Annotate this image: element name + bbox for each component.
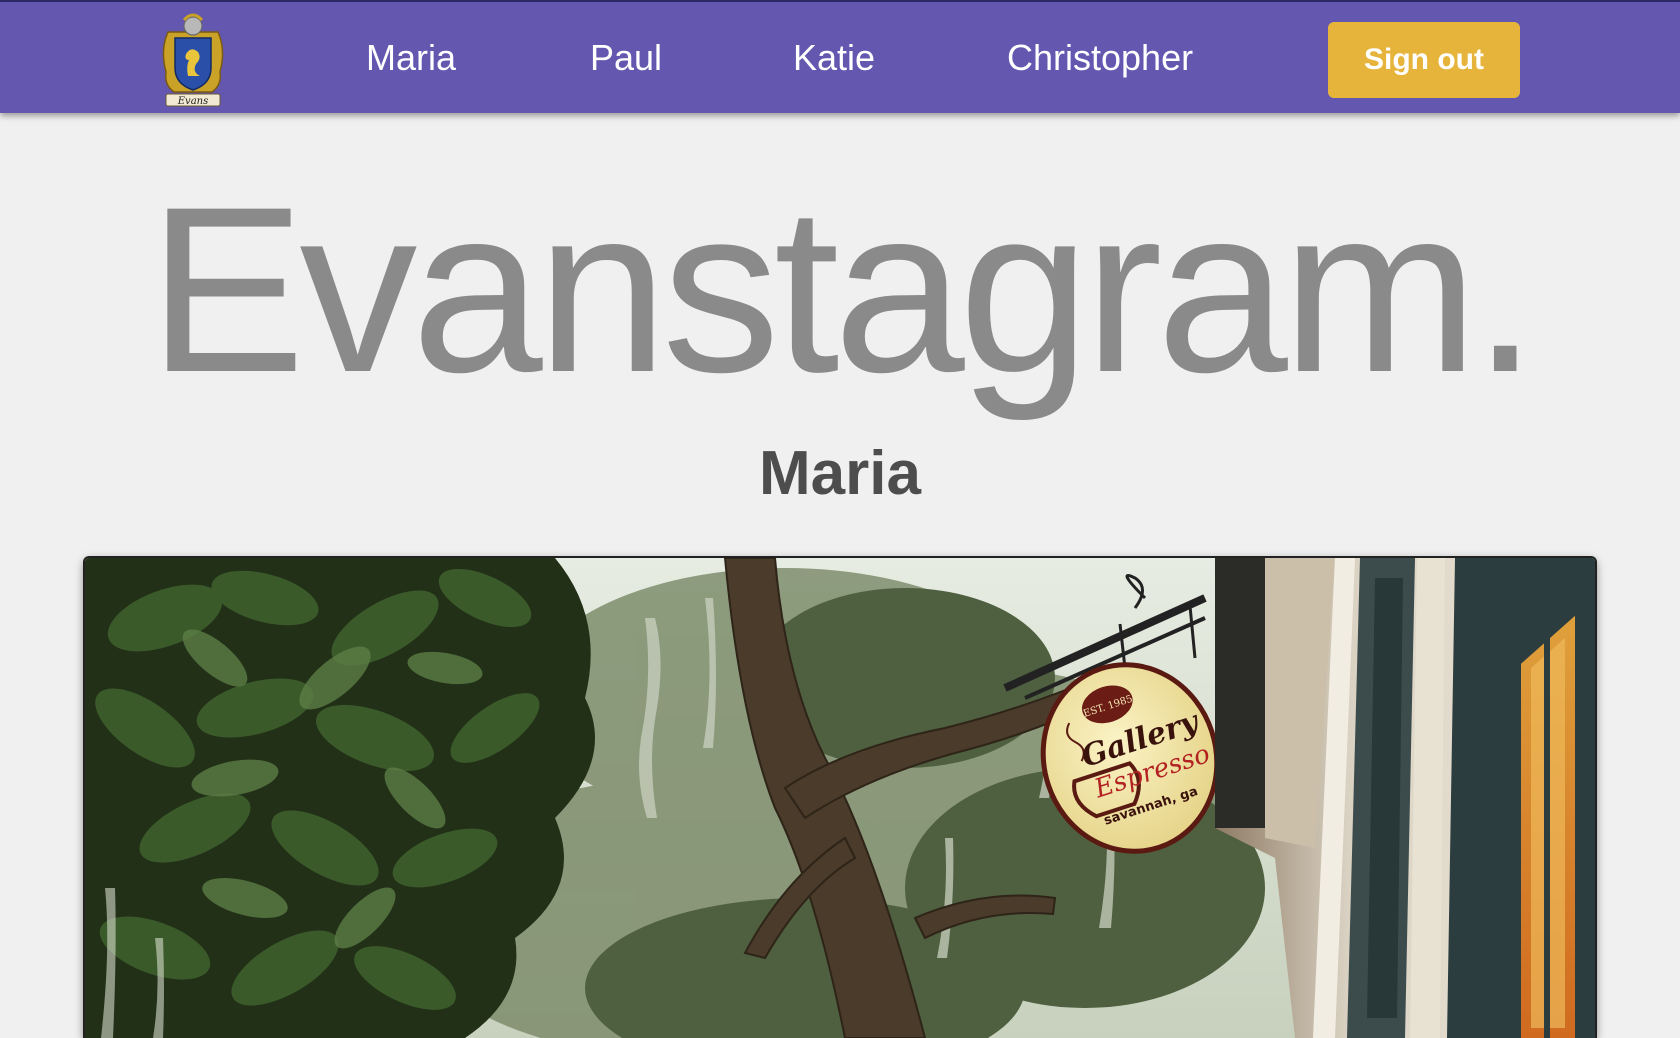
nav-link-christopher[interactable]: Christopher bbox=[1007, 36, 1193, 80]
nav-link-maria[interactable]: Maria bbox=[366, 36, 456, 80]
sign-out-button[interactable]: Sign out bbox=[1328, 22, 1520, 98]
brand-title: Evanstagram. bbox=[148, 158, 1538, 422]
street-photo: EST. 1985 Gallery Espresso savannah, ga bbox=[85, 558, 1595, 1038]
profile-name-heading: Maria bbox=[759, 439, 921, 508]
top-navbar: Evans Maria Paul Katie Christopher Sign … bbox=[0, 0, 1680, 113]
family-crest-icon[interactable]: Evans bbox=[158, 10, 228, 110]
photo-card[interactable]: EST. 1985 Gallery Espresso savannah, ga bbox=[85, 558, 1595, 1038]
svg-text:Evans: Evans bbox=[177, 96, 208, 107]
nav-link-katie[interactable]: Katie bbox=[793, 36, 875, 80]
nav-link-paul[interactable]: Paul bbox=[590, 36, 662, 80]
